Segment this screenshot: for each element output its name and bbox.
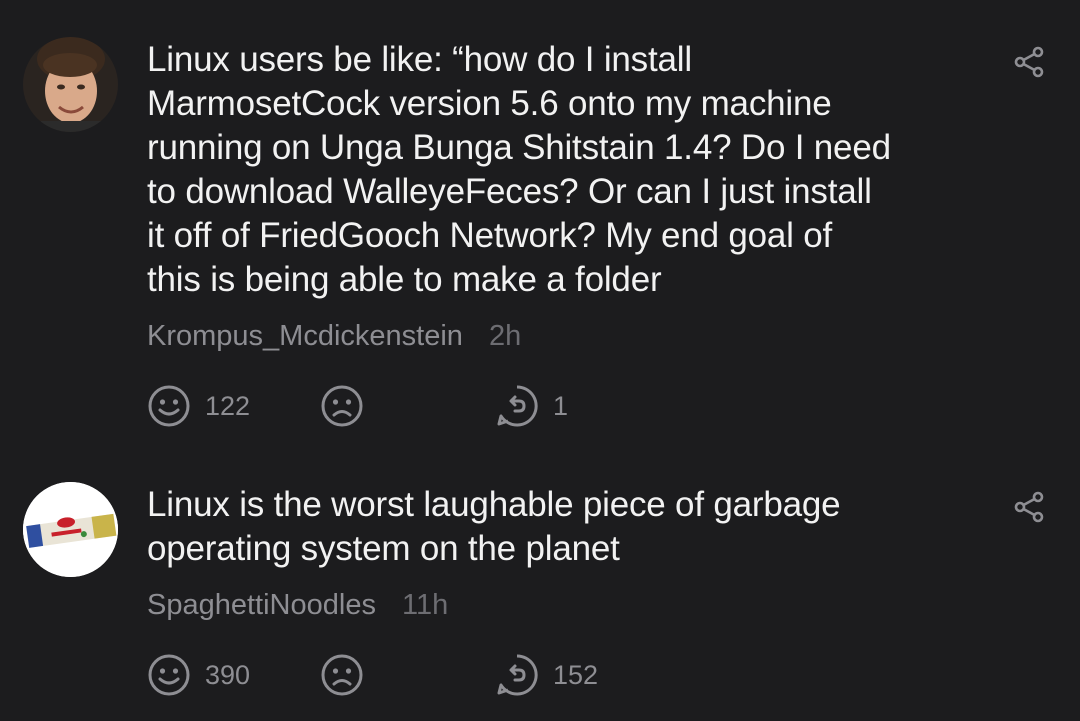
reply-count: 1	[553, 390, 569, 421]
timestamp: 2h	[488, 320, 522, 352]
comment-body: Linux is the worst laughable piece of ga…	[147, 483, 967, 629]
smile-icon	[148, 654, 190, 696]
like-button[interactable]: 122	[147, 384, 250, 428]
like-button[interactable]: 390	[147, 653, 250, 697]
reply-icon	[497, 654, 538, 696]
user-photo-icon	[23, 37, 118, 132]
reply-count: 152	[553, 659, 599, 690]
username[interactable]: SpaghettiNoodles	[147, 589, 376, 621]
like-count: 390	[205, 659, 251, 690]
avatar[interactable]	[23, 37, 118, 132]
frown-icon	[321, 385, 363, 427]
share-button[interactable]	[1013, 491, 1045, 523]
like-count: 122	[205, 390, 251, 421]
frown-icon	[321, 654, 363, 696]
share-button[interactable]	[1013, 46, 1045, 78]
comment-actions: 390 152	[147, 653, 647, 697]
timestamp: 11h	[402, 589, 449, 621]
spaghetti-box-icon	[23, 482, 118, 577]
comment-meta: SpaghettiNoodles 11h	[147, 589, 967, 629]
reply-icon	[497, 385, 538, 427]
smile-icon	[148, 385, 190, 427]
avatar[interactable]	[23, 482, 118, 577]
share-icon	[1014, 491, 1044, 523]
reply-button[interactable]: 152	[495, 653, 598, 697]
comment-body: Linux users be like: “how do I install M…	[147, 38, 967, 360]
comment-text: Linux is the worst laughable piece of ga…	[147, 485, 841, 568]
reply-button[interactable]: 1	[495, 384, 568, 428]
dislike-button[interactable]	[320, 384, 364, 428]
dislike-button[interactable]	[320, 653, 364, 697]
comment-text: Linux users be like: “how do I install M…	[147, 40, 891, 299]
username[interactable]: Krompus_Mcdickenstein	[147, 320, 463, 352]
share-icon	[1014, 46, 1044, 78]
comment-actions: 122 1	[147, 384, 647, 428]
comment-meta: Krompus_Mcdickenstein 2h	[147, 320, 967, 360]
